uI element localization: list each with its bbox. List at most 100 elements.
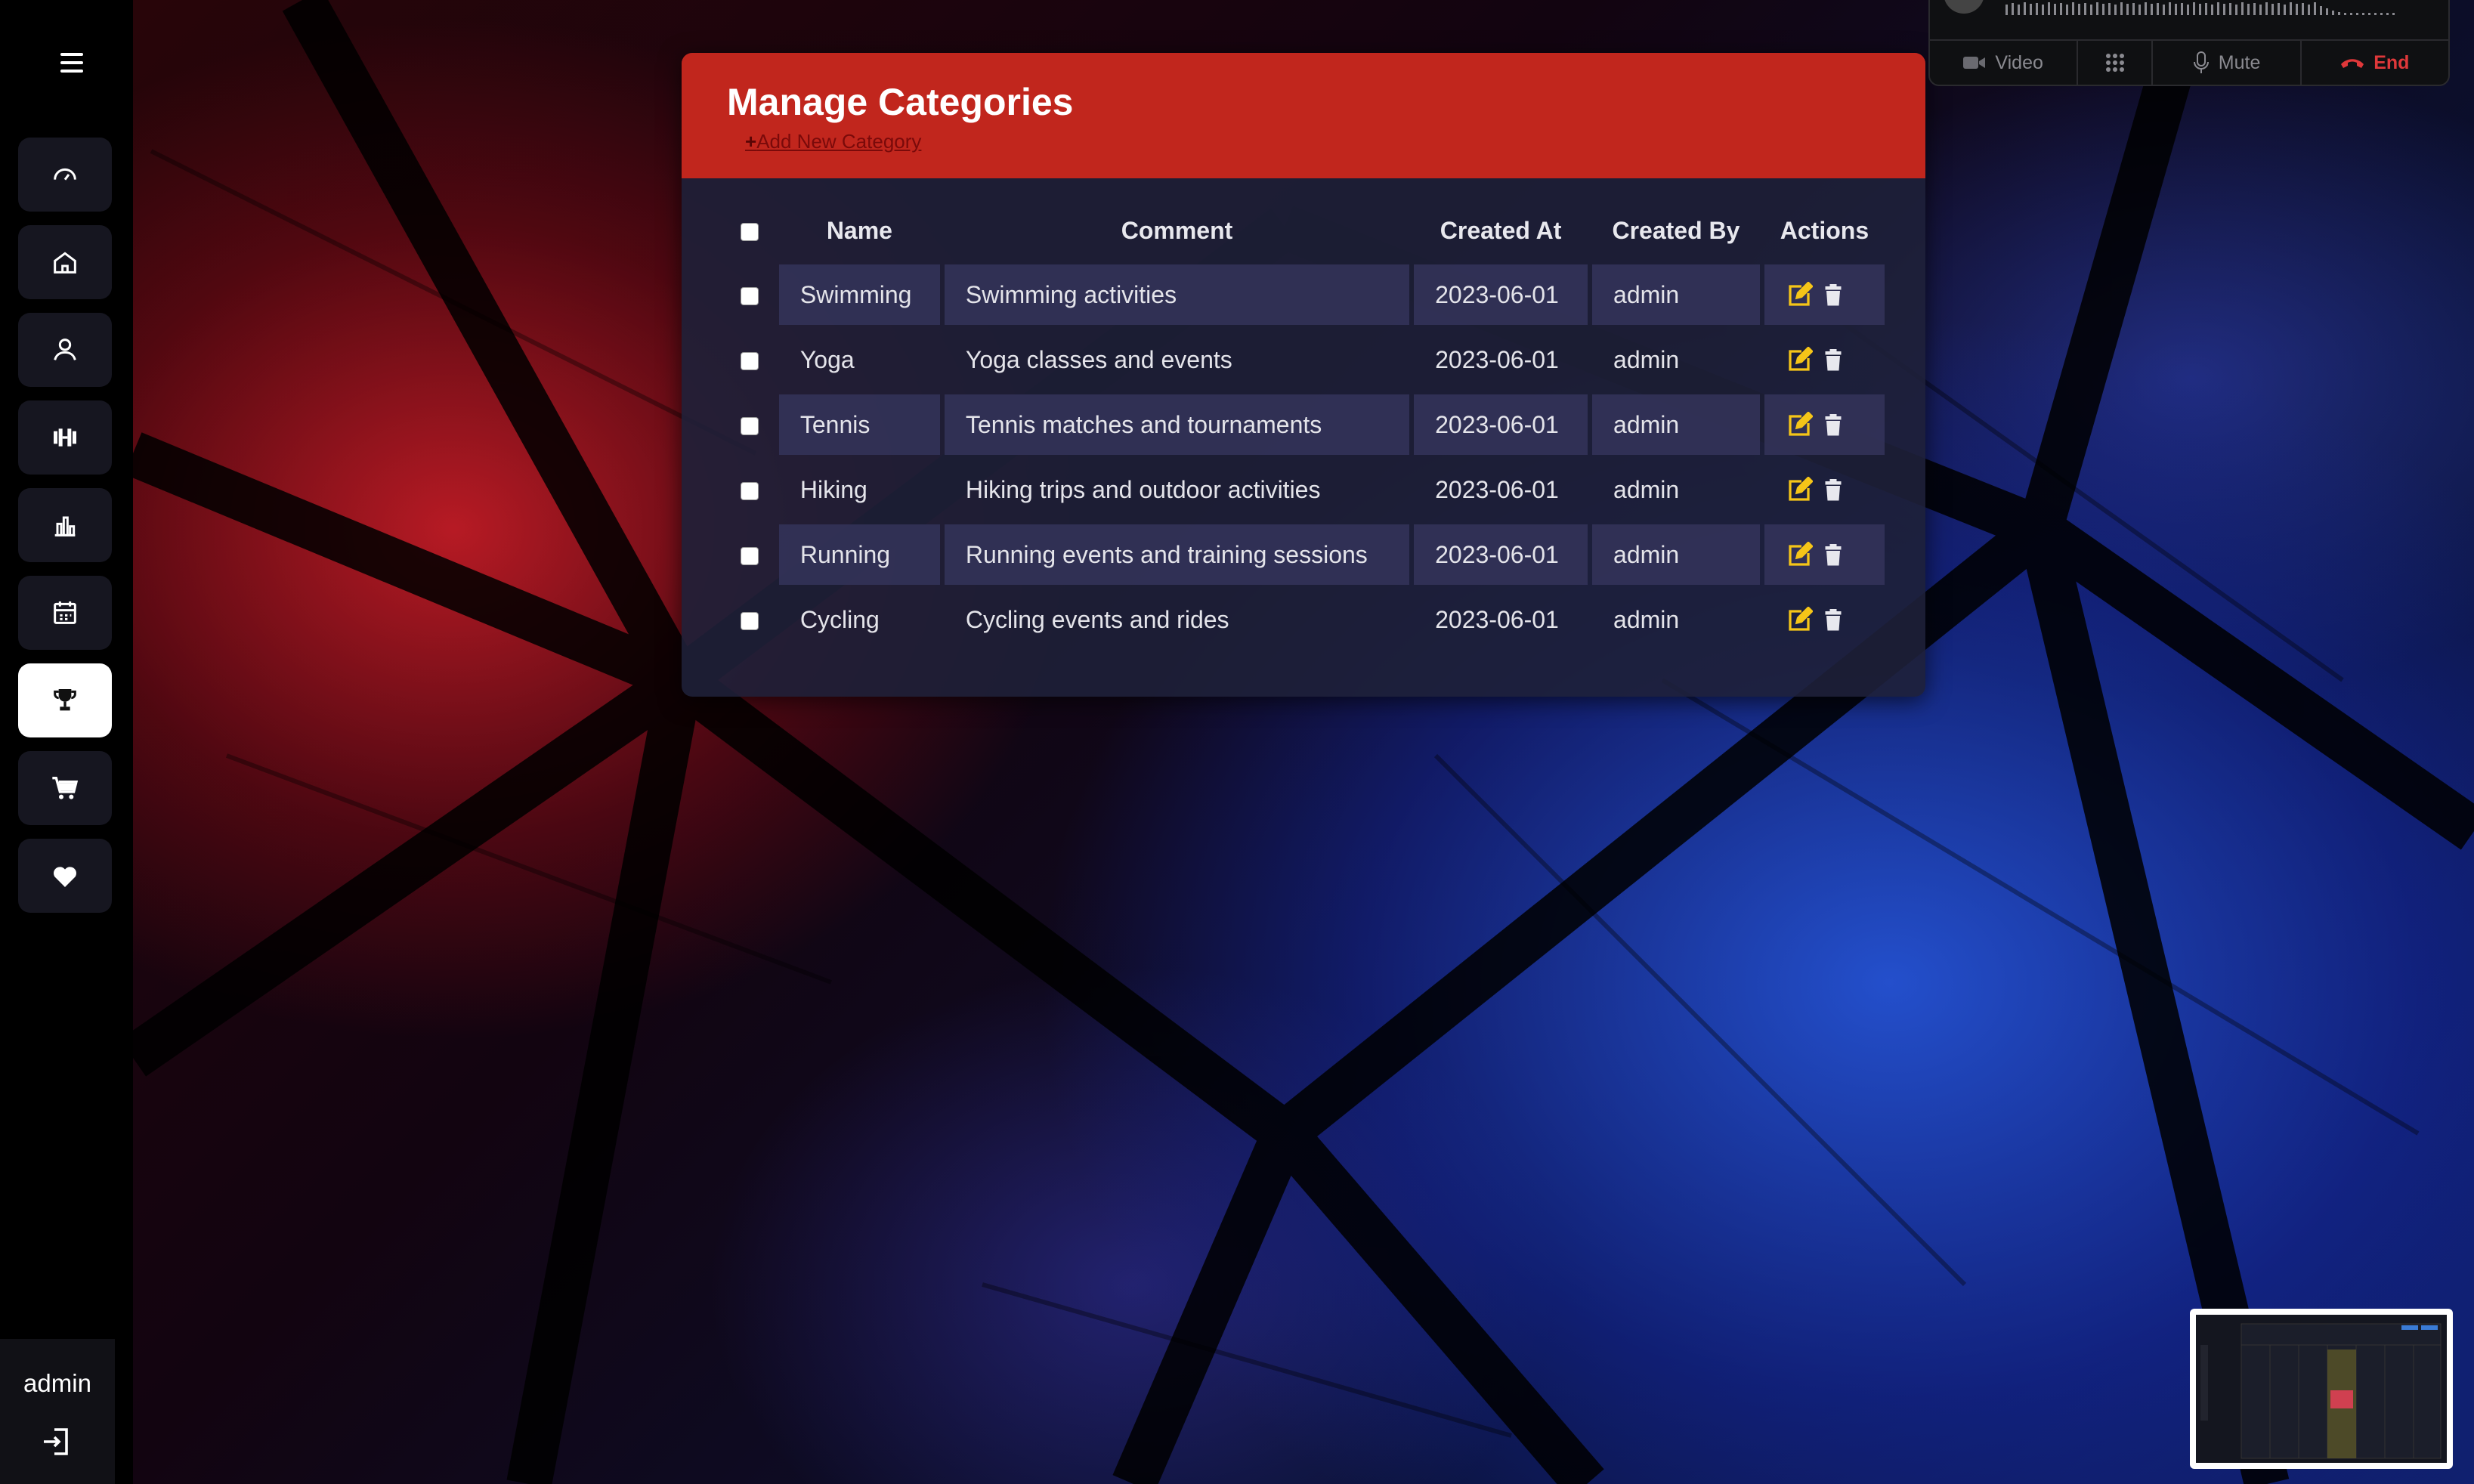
category-name: Hiking (799, 475, 867, 503)
end-call-button[interactable]: End (2302, 41, 2448, 85)
heart-icon (54, 867, 76, 887)
menu-toggle-icon[interactable] (56, 50, 91, 76)
row-select-cell (725, 394, 775, 455)
delete-icon[interactable] (1820, 542, 1847, 569)
category-comment: Swimming activities (944, 264, 1410, 325)
table-header-row: Name Comment Created At Created By Actio… (725, 201, 1885, 260)
column-header-actions: Actions (1780, 216, 1869, 244)
category-created-at: 2023-06-01 (1414, 524, 1588, 585)
keypad-button[interactable] (2078, 41, 2154, 85)
sidebar-item-workouts[interactable] (18, 400, 112, 475)
category-created-by: admin (1592, 394, 1760, 455)
sidebar-item-reports[interactable] (18, 488, 112, 562)
category-created-at: 2023-06-01 (1435, 475, 1559, 503)
category-created-by: admin (1613, 345, 1680, 373)
edit-icon[interactable] (1786, 477, 1813, 504)
row-select-cell (725, 329, 775, 390)
delete-icon[interactable] (1820, 347, 1847, 374)
row-checkbox[interactable] (741, 417, 759, 436)
column-header-name[interactable]: Name (779, 201, 940, 260)
column-header-created-at[interactable]: Created At (1414, 201, 1588, 260)
row-actions (1764, 394, 1885, 455)
sidebar-item-users[interactable] (18, 313, 112, 387)
table-row: Yoga Yoga classes and events 2023-06-01 … (725, 329, 1885, 390)
mute-label: Mute (2218, 51, 2261, 73)
table-row: Tennis Tennis matches and tournaments 20… (725, 394, 1885, 455)
category-comment: Cycling events and rides (965, 605, 1229, 633)
sidebar-item-dashboard[interactable] (18, 138, 112, 212)
screen-preview-thumbnail[interactable] (2190, 1309, 2453, 1469)
card-header: Manage Categories +Add New Category (682, 53, 1925, 178)
plus-icon: + (745, 130, 757, 153)
edit-icon[interactable] (1786, 347, 1813, 374)
column-header-comment[interactable]: Comment (945, 201, 1409, 260)
categories-table: Name Comment Created At Created By Actio… (721, 196, 1889, 654)
table-row: Running Running events and training sess… (725, 524, 1885, 585)
delete-icon[interactable] (1820, 282, 1847, 309)
home-icon (54, 252, 76, 274)
category-created-by: admin (1592, 524, 1760, 585)
category-created-by: admin (1592, 264, 1760, 325)
row-checkbox[interactable] (741, 287, 759, 306)
cart-icon (52, 777, 79, 799)
row-actions (1764, 589, 1885, 650)
caller-avatar (1944, 0, 1984, 14)
row-select-cell (725, 459, 775, 520)
row-select-cell (725, 264, 775, 325)
table-row: Cycling Cycling events and rides 2023-06… (725, 589, 1885, 650)
delete-icon[interactable] (1820, 607, 1847, 634)
edit-icon[interactable] (1786, 607, 1813, 634)
row-checkbox[interactable] (741, 612, 759, 631)
select-all-header (725, 201, 775, 260)
sidebar-item-shop[interactable] (18, 751, 112, 825)
category-comment: Hiking trips and outdoor activities (965, 475, 1321, 503)
sidebar: admin (0, 0, 133, 1484)
delete-icon[interactable] (1820, 412, 1847, 439)
category-name: Cycling (799, 605, 880, 633)
table-row: Swimming Swimming activities 2023-06-01 … (725, 264, 1885, 325)
category-comment: Tennis matches and tournaments (944, 394, 1410, 455)
edit-icon[interactable] (1786, 542, 1813, 569)
preview-calendar-image (2196, 1315, 2447, 1463)
column-header-created-by[interactable]: Created By (1592, 201, 1760, 260)
category-created-by: admin (1613, 475, 1680, 503)
categories-card: Manage Categories +Add New Category Name… (682, 53, 1925, 697)
dumbbell-icon (54, 428, 76, 447)
call-status-bar (1930, 0, 2448, 36)
edit-icon[interactable] (1786, 412, 1813, 439)
category-created-at: 2023-06-01 (1414, 264, 1588, 325)
microphone-icon (2193, 51, 2209, 73)
video-button[interactable]: Video (1930, 41, 2079, 85)
row-checkbox[interactable] (741, 352, 759, 371)
category-comment: Running events and training sessions (944, 524, 1410, 585)
row-checkbox[interactable] (741, 547, 759, 566)
sidebar-item-calendar[interactable] (18, 576, 112, 650)
row-actions (1764, 329, 1885, 390)
sidebar-item-competitions[interactable] (18, 663, 112, 737)
category-created-at: 2023-06-01 (1414, 394, 1588, 455)
logout-icon[interactable] (39, 1424, 76, 1460)
delete-icon[interactable] (1820, 477, 1847, 504)
row-select-cell (725, 589, 775, 650)
calendar-icon (54, 601, 76, 624)
trophy-icon (54, 689, 76, 711)
category-created-at: 2023-06-01 (1435, 345, 1559, 373)
page-title: Manage Categories (727, 81, 1074, 123)
video-camera-icon (1963, 57, 1986, 69)
end-label: End (2373, 51, 2410, 73)
add-category-link[interactable]: +Add New Category (745, 130, 921, 153)
row-checkbox[interactable] (741, 482, 759, 501)
edit-icon[interactable] (1786, 282, 1813, 309)
row-actions (1764, 524, 1885, 585)
row-actions (1764, 459, 1885, 520)
row-actions (1764, 264, 1885, 325)
keypad-grid-icon (2105, 54, 2124, 72)
audio-waveform-icon (2005, 2, 2395, 15)
sidebar-item-home[interactable] (18, 225, 112, 299)
sidebar-item-favorites[interactable] (18, 839, 112, 913)
mute-button[interactable]: Mute (2153, 41, 2302, 85)
category-name: Running (778, 524, 940, 585)
category-comment: Yoga classes and events (965, 345, 1232, 373)
select-all-checkbox[interactable] (741, 223, 759, 242)
hang-up-icon (2341, 59, 2364, 68)
